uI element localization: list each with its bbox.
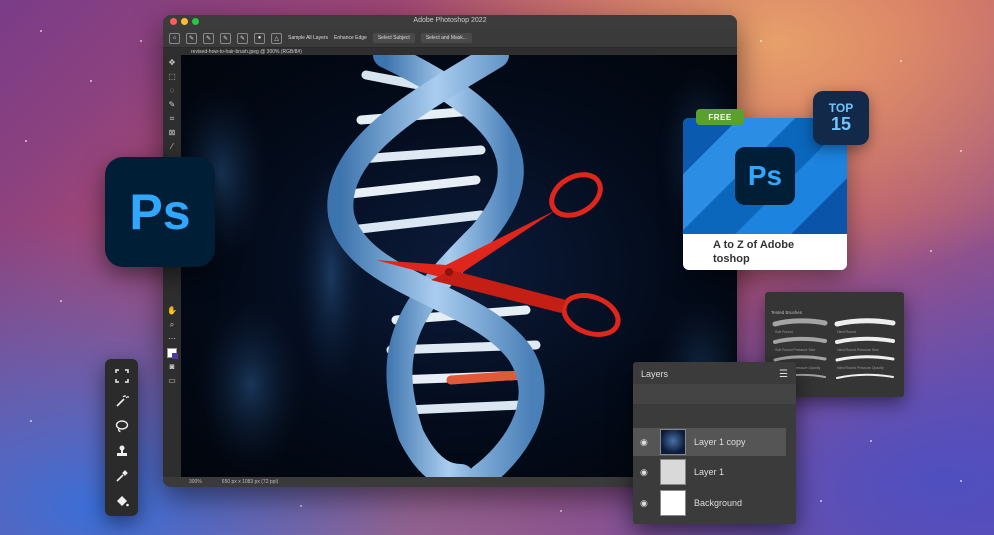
quick-mask-icon[interactable]: ◙: [167, 362, 177, 372]
crop-tool-icon[interactable]: ⌗: [167, 114, 177, 124]
course-card-title: A to Z of Adobe toshop: [713, 239, 795, 265]
free-badge: FREE: [696, 109, 744, 125]
color-swatches-icon[interactable]: [167, 348, 178, 359]
quick-select-tool-icon[interactable]: ✎: [167, 100, 177, 110]
options-bar: ⌂ ✎ ✎ ✎ ✎ ● △ Sample All Layers Enhance …: [163, 29, 737, 48]
brush-label: Soft Round Pressure Size: [775, 348, 815, 352]
select-subject-button[interactable]: Select Subject: [372, 33, 415, 43]
layer-thumbnail: [660, 490, 686, 516]
lasso-tool-icon[interactable]: ◌: [167, 86, 177, 96]
top-15-badge: TOP 15: [813, 91, 869, 145]
eye-icon[interactable]: ◉: [640, 437, 652, 448]
brushes-header: Tested Brushes: [771, 310, 803, 315]
sample-all-layers-checkbox[interactable]: Sample All Layers: [288, 35, 328, 41]
marquee-tool-icon[interactable]: ⬚: [167, 72, 177, 82]
layer-thumbnail: [660, 459, 686, 485]
stamp-icon[interactable]: [113, 442, 131, 460]
marquee-icon[interactable]: [113, 367, 131, 385]
zoom-level[interactable]: 300%: [189, 479, 202, 485]
photoshop-logo-tile: Ps: [105, 157, 215, 267]
eye-icon[interactable]: ◉: [640, 498, 652, 509]
layer-row[interactable]: ◉ Layer 1 copy: [633, 428, 786, 456]
brush-size-icon[interactable]: ●: [254, 32, 265, 44]
layer-row[interactable]: ◉ Layer 1: [633, 458, 786, 486]
magic-wand-icon[interactable]: [113, 392, 131, 410]
layer-thumbnail: [660, 429, 686, 455]
home-icon[interactable]: ⌂: [169, 32, 180, 44]
layer-name: Background: [694, 498, 743, 508]
angle-icon[interactable]: △: [271, 32, 282, 44]
photoshop-logo-text: Ps: [129, 184, 191, 240]
frame-tool-icon[interactable]: ⊠: [167, 128, 177, 138]
brush-label: Hard Round Pressure Opacity: [837, 366, 884, 370]
screen-mode-icon[interactable]: ▭: [167, 376, 177, 386]
layer-row[interactable]: ◉ Background: [633, 489, 786, 517]
document-dimensions: 650 px x 1083 px (72 ppi): [221, 479, 279, 485]
add-selection-icon[interactable]: ✎: [220, 32, 231, 44]
paint-bucket-icon[interactable]: [113, 492, 131, 510]
eye-icon[interactable]: ◉: [640, 467, 652, 478]
lasso-icon[interactable]: [113, 417, 131, 435]
hand-tool-icon[interactable]: ✋: [167, 306, 177, 316]
brush-label: Soft Round: [775, 330, 793, 334]
layers-panel-title: Layers: [641, 369, 669, 379]
enhance-edge-checkbox[interactable]: Enhance Edge: [334, 35, 367, 41]
layer-name: Layer 1 copy: [694, 437, 746, 447]
new-selection-icon[interactable]: ✎: [203, 32, 214, 44]
move-tool-icon[interactable]: ✥: [167, 58, 177, 68]
subtract-selection-icon[interactable]: ✎: [237, 32, 248, 44]
scissors-graphic: [549, 172, 621, 337]
window-title: Adobe Photoshop 2022: [413, 17, 487, 24]
title-bar: Adobe Photoshop 2022: [163, 15, 737, 29]
eyedropper-icon[interactable]: [113, 467, 131, 485]
layers-controls-strip: [633, 384, 796, 404]
zoom-tool-icon[interactable]: ⌕: [167, 320, 177, 330]
brush-label: Hard Round Pressure Size: [837, 348, 879, 352]
eyedropper-tool-icon[interactable]: ⁄: [167, 142, 177, 152]
floating-tool-strip: [105, 359, 138, 516]
brush-preset-icon[interactable]: ✎: [186, 32, 197, 44]
menu-icon[interactable]: ☰: [779, 369, 788, 380]
select-and-mask-button[interactable]: Select and Mask...: [420, 33, 472, 43]
layers-panel: Layers ☰ ◉ Layer 1 copy ◉ Layer 1 ◉ Back…: [633, 362, 796, 524]
brush-label: Hard Round: [837, 330, 856, 334]
course-card-logo: Ps: [735, 147, 795, 205]
layer-name: Layer 1: [694, 467, 725, 477]
more-tools-icon[interactable]: ⋯: [167, 334, 177, 344]
